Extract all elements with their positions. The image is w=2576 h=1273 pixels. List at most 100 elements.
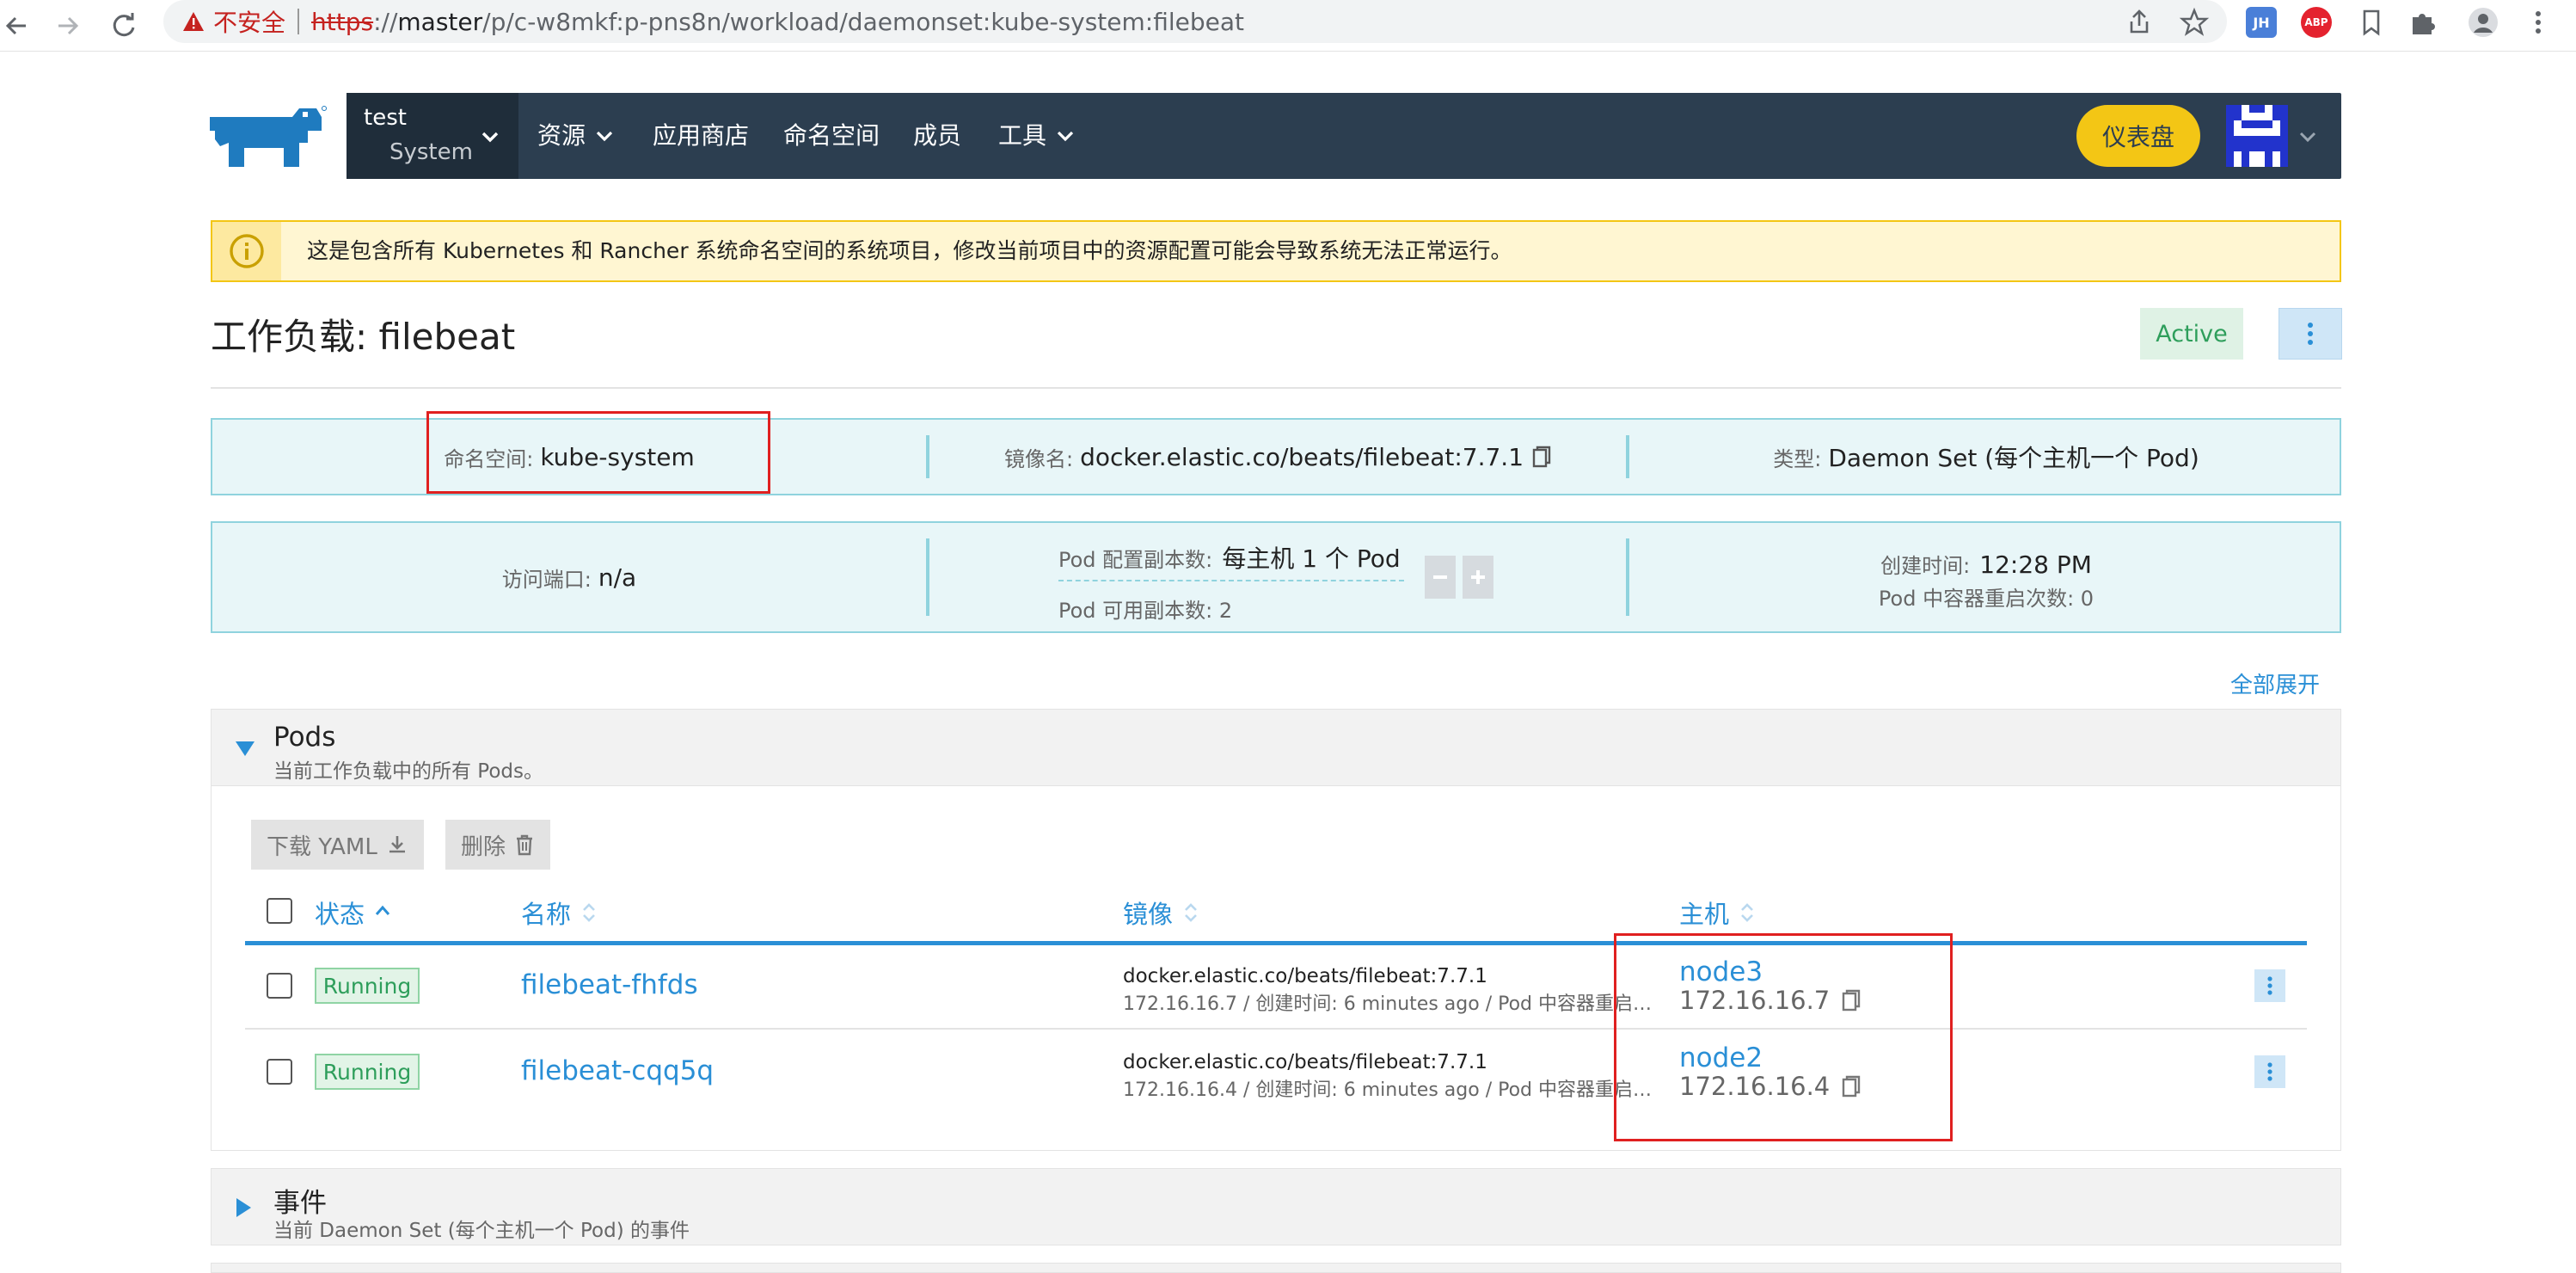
minus-icon bbox=[1433, 575, 1447, 579]
highlight-box bbox=[426, 411, 770, 494]
share-icon[interactable] bbox=[2122, 5, 2156, 40]
created-info: 创建时间: 12:28 PM Pod 中容器重启次数: 0 bbox=[1629, 523, 2343, 631]
scale-down-button[interactable] bbox=[1425, 556, 1456, 599]
divider bbox=[211, 387, 2341, 389]
bookmark-star-icon[interactable] bbox=[2177, 5, 2211, 40]
url-scheme: https bbox=[311, 7, 374, 36]
nav-tools[interactable]: 工具 bbox=[998, 93, 1076, 179]
restart-count: Pod 中容器重启次数: 0 bbox=[1878, 587, 2095, 611]
project-sub-label: System bbox=[389, 139, 473, 165]
port-value: n/a bbox=[598, 563, 637, 592]
address-bar[interactable]: 不安全 https://master/p/c-w8mkf:p-pns8n/wor… bbox=[163, 0, 2227, 43]
select-all-checkbox[interactable] bbox=[267, 898, 292, 924]
chevron-down-icon bbox=[479, 126, 501, 148]
column-header-name[interactable]: 名称 bbox=[521, 895, 598, 931]
row-checkbox[interactable] bbox=[267, 973, 292, 999]
column-header-host[interactable]: 主机 bbox=[1679, 895, 1757, 931]
available-replicas: Pod 可用副本数: 2 bbox=[1058, 599, 1233, 623]
info-icon bbox=[212, 222, 281, 280]
adblock-extension-icon[interactable]: ABP bbox=[2301, 7, 2332, 38]
forward-arrow-icon[interactable] bbox=[50, 7, 88, 45]
nav-members[interactable]: 成员 bbox=[913, 93, 961, 179]
row-divider bbox=[245, 1028, 2307, 1030]
page-title-prefix: 工作负载: bbox=[211, 316, 368, 358]
page-title: 工作负载: filebeat bbox=[211, 308, 515, 360]
url-scheme-rest: :// bbox=[373, 7, 398, 36]
dashboard-button[interactable]: 仪表盘 bbox=[2076, 105, 2200, 167]
sort-asc-icon bbox=[375, 905, 390, 915]
row-checkbox[interactable] bbox=[267, 1059, 292, 1085]
profile-icon[interactable] bbox=[2468, 7, 2502, 41]
column-header-image[interactable]: 镜像 bbox=[1123, 895, 1200, 931]
triangle-right-icon bbox=[234, 1196, 253, 1219]
image-info: 镜像名: docker.elastic.co/beats/filebeat:7.… bbox=[929, 420, 1626, 494]
pod-info-box: 访问端口: n/a Pod 配置副本数: 每主机 1 个 Pod Pod 可用副… bbox=[211, 521, 2341, 633]
browser-toolbar: 不安全 https://master/p/c-w8mkf:p-pns8n/wor… bbox=[0, 0, 2576, 52]
pod-image: docker.elastic.co/beats/filebeat:7.7.1 bbox=[1123, 1051, 1487, 1073]
row-actions-button[interactable] bbox=[2254, 1055, 2285, 1088]
user-avatar[interactable] bbox=[2226, 105, 2288, 167]
pod-name-link[interactable]: filebeat-fhfds bbox=[521, 969, 698, 1000]
rancher-logo[interactable] bbox=[206, 105, 327, 169]
events-section-header[interactable]: 事件 当前 Daemon Set (每个主机一个 Pod) 的事件 bbox=[211, 1168, 2341, 1245]
kebab-menu-icon bbox=[2267, 976, 2272, 995]
download-yaml-button[interactable]: 下载 YAML bbox=[251, 820, 424, 870]
pod-image: docker.elastic.co/beats/filebeat:7.7.1 bbox=[1123, 965, 1487, 987]
pod-name-link[interactable]: filebeat-cqq5q bbox=[521, 1055, 714, 1086]
chevron-down-icon bbox=[1055, 126, 1076, 146]
divider bbox=[926, 538, 929, 616]
type-value: Daemon Set (每个主机一个 Pod) bbox=[1828, 444, 2199, 472]
sort-icon bbox=[583, 903, 595, 922]
created-value: 12:28 PM bbox=[1979, 550, 2092, 579]
plus-icon bbox=[1471, 570, 1485, 584]
pod-details: 172.16.16.4 / 创建时间: 6 minutes ago / Pod … bbox=[1123, 1079, 1665, 1101]
back-arrow-icon[interactable] bbox=[0, 7, 38, 45]
replicas-value: 每主机 1 个 Pod bbox=[1222, 544, 1401, 573]
omnibox-separator bbox=[297, 9, 300, 34]
nav-namespaces[interactable]: 命名空间 bbox=[783, 93, 880, 179]
insecure-label: 不安全 bbox=[213, 9, 286, 37]
browser-menu-icon[interactable] bbox=[2523, 7, 2557, 41]
row-actions-button[interactable] bbox=[2254, 969, 2285, 1002]
download-icon bbox=[389, 836, 405, 853]
pod-details: 172.16.16.7 / 创建时间: 6 minutes ago / Pod … bbox=[1123, 993, 1665, 1015]
replicas-config[interactable]: Pod 配置副本数: 每主机 1 个 Pod bbox=[1058, 540, 1404, 581]
extensions-puzzle-icon[interactable] bbox=[2407, 7, 2442, 41]
pods-section-header[interactable]: Pods 当前工作负载中的所有 Pods。 bbox=[211, 709, 2341, 786]
events-subtitle: 当前 Daemon Set (每个主机一个 Pod) 的事件 bbox=[273, 1220, 690, 1242]
status-badge: Running bbox=[315, 968, 420, 1004]
copy-icon[interactable] bbox=[1532, 446, 1551, 468]
nav-app-store[interactable]: 应用商店 bbox=[653, 93, 749, 179]
url-host: master bbox=[397, 7, 483, 36]
delete-button[interactable]: 删除 bbox=[445, 820, 551, 870]
chevron-down-icon bbox=[594, 126, 615, 146]
replicas-info: Pod 配置副本数: 每主机 1 个 Pod Pod 可用副本数: 2 bbox=[1058, 540, 1617, 623]
image-value: docker.elastic.co/beats/filebeat:7.7.1 bbox=[1080, 442, 1524, 471]
reading-list-icon[interactable] bbox=[2356, 7, 2390, 41]
reload-icon[interactable] bbox=[105, 7, 143, 45]
column-header-status[interactable]: 状态 bbox=[315, 895, 392, 931]
nav-resources[interactable]: 资源 bbox=[537, 93, 615, 179]
chevron-down-icon[interactable] bbox=[2297, 126, 2319, 148]
banner-text: 这是包含所有 Kubernetes 和 Rancher 系统命名空间的系统项目，… bbox=[307, 238, 1512, 263]
trash-icon bbox=[517, 834, 533, 856]
table-header-underline bbox=[245, 941, 2307, 945]
triangle-down-icon bbox=[234, 739, 256, 758]
kebab-menu-icon bbox=[2308, 323, 2313, 345]
kebab-menu-icon bbox=[2267, 1062, 2272, 1081]
sort-icon bbox=[1185, 903, 1197, 922]
warning-icon bbox=[182, 10, 205, 33]
sort-icon bbox=[1741, 903, 1753, 922]
system-project-warning-banner: 这是包含所有 Kubernetes 和 Rancher 系统命名空间的系统项目，… bbox=[211, 220, 2341, 282]
expand-all-link[interactable]: 全部展开 bbox=[2230, 667, 2320, 699]
jh-extension-icon[interactable]: JH bbox=[2246, 7, 2277, 38]
workload-name: filebeat bbox=[378, 316, 516, 358]
url-path: /p/c-w8mkf:p-pns8n/workload/daemonset:ku… bbox=[482, 7, 1244, 36]
next-section-header bbox=[211, 1263, 2341, 1273]
type-info: 类型: Daemon Set (每个主机一个 Pod) bbox=[1629, 420, 2343, 494]
workload-actions-button[interactable] bbox=[2279, 308, 2342, 360]
pods-subtitle: 当前工作负载中的所有 Pods。 bbox=[273, 760, 544, 783]
project-switcher[interactable]: test System bbox=[347, 93, 518, 179]
status-badge: Running bbox=[315, 1054, 420, 1090]
scale-up-button[interactable] bbox=[1463, 556, 1493, 599]
